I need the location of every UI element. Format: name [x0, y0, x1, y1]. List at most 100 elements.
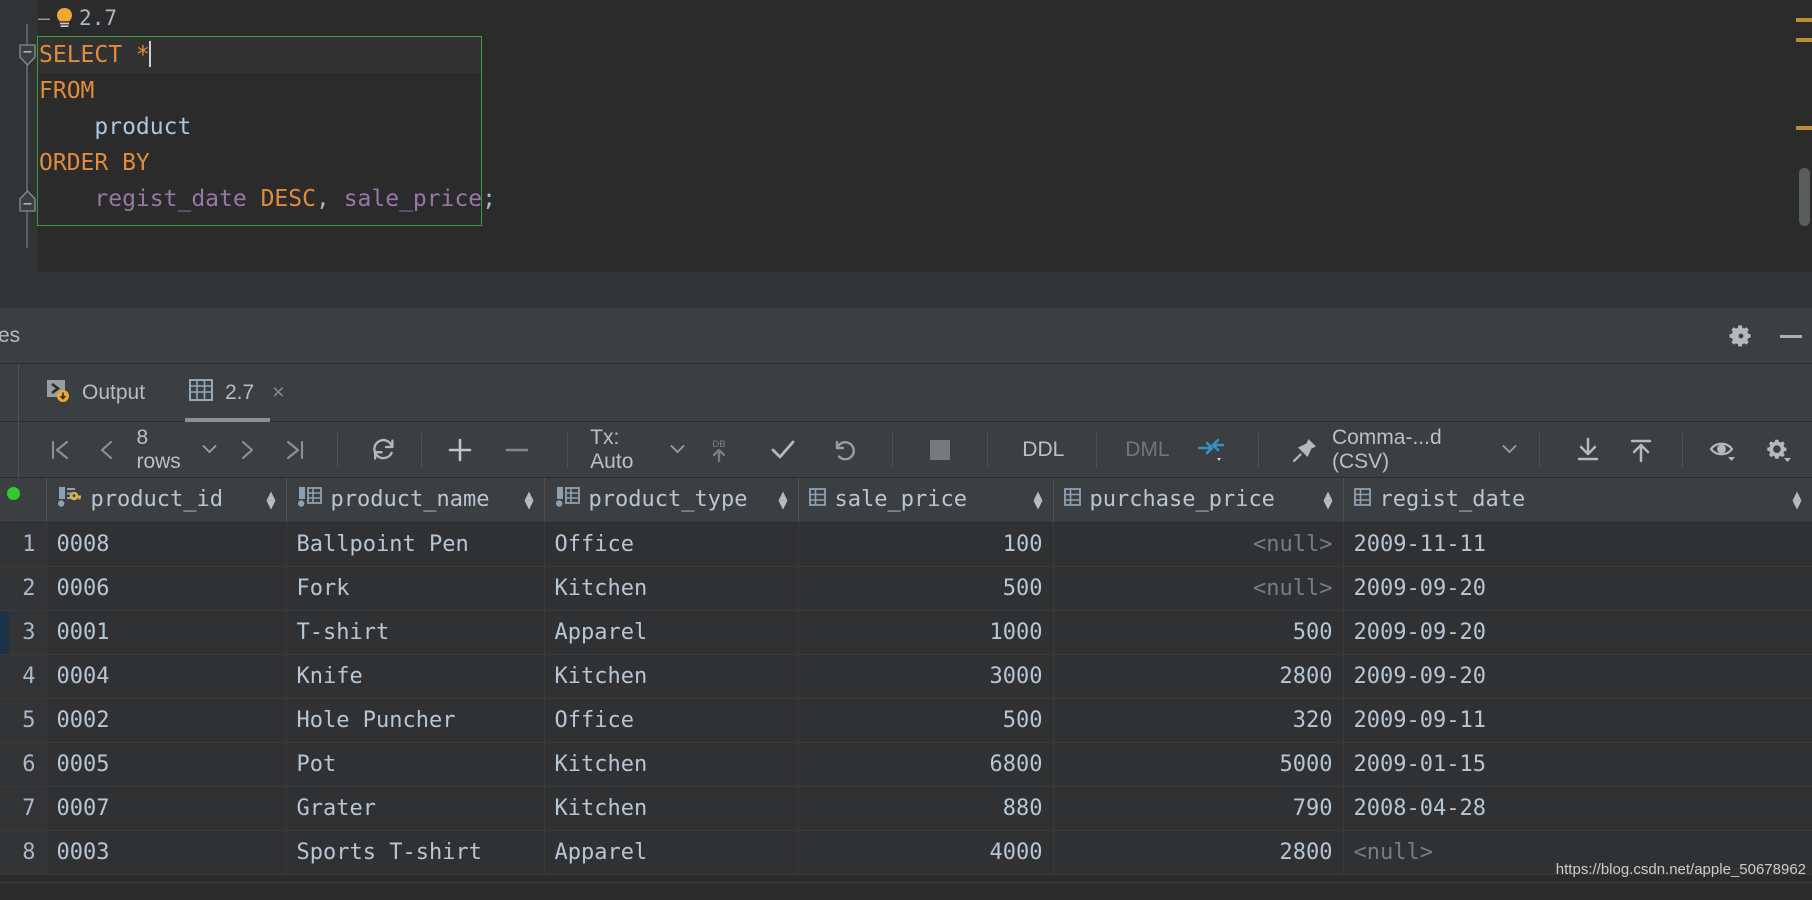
cell-purchase-price[interactable]: 320: [1053, 698, 1344, 743]
intention-hint[interactable]: – 2.7: [38, 2, 117, 34]
table-row[interactable]: 8 0003 Sports T-shirt Apparel 4000 2800 <null>: [0, 830, 1812, 875]
close-icon[interactable]: ×: [272, 381, 284, 405]
cell-product-name[interactable]: Sports T-shirt: [286, 830, 545, 875]
download-icon[interactable]: [1562, 422, 1615, 478]
result-table[interactable]: product_id ▲ ▼ product_name ▲ ▼ product_…: [0, 478, 1812, 875]
cell-regist-date[interactable]: 2008-04-28: [1343, 786, 1812, 831]
cell-product-name[interactable]: Pot: [286, 742, 545, 787]
cell-purchase-price[interactable]: <null>: [1053, 522, 1344, 567]
row-number[interactable]: 5: [0, 698, 47, 743]
table-row[interactable]: 2 0006 Fork Kitchen 500 <null> 2009-09-20: [0, 566, 1812, 611]
cell-purchase-price[interactable]: 2800: [1053, 654, 1344, 699]
column-header-sale-price[interactable]: sale_price ▲ ▼: [798, 478, 1054, 523]
datagrid-toolbar[interactable]: 8 rows Tx: Auto DB DDL DML Comma-...d (C…: [0, 422, 1812, 478]
row-number[interactable]: 8: [0, 830, 47, 875]
export-format-selector[interactable]: Comma-...d (CSV): [1332, 422, 1517, 478]
minus-icon[interactable]: [489, 422, 546, 478]
cell-regist-date[interactable]: 2009-11-11: [1343, 522, 1812, 567]
cell-product-type[interactable]: Apparel: [544, 830, 799, 875]
cell-sale-price[interactable]: 1000: [798, 610, 1054, 655]
tab-output[interactable]: Output: [32, 364, 159, 422]
cell-product-name[interactable]: Hole Puncher: [286, 698, 545, 743]
row-number[interactable]: 7: [0, 786, 47, 831]
cell-product-type[interactable]: Office: [544, 522, 799, 567]
sort-toggle-icon[interactable]: ▲ ▼: [778, 487, 787, 511]
cell-product-type[interactable]: Kitchen: [544, 566, 799, 611]
sort-toggle-icon[interactable]: ▲ ▼: [1323, 487, 1332, 511]
transaction-mode-selector[interactable]: Tx: Auto: [590, 422, 685, 478]
next-page-icon[interactable]: [223, 422, 272, 478]
gear-icon[interactable]: [1752, 422, 1807, 478]
cell-product-id[interactable]: 0007: [46, 786, 287, 831]
editor-scrollbar-thumb[interactable]: [1799, 168, 1810, 226]
sort-toggle-icon[interactable]: ▲ ▼: [1792, 487, 1801, 511]
minimize-icon[interactable]: [1780, 334, 1802, 338]
cell-regist-date[interactable]: 2009-09-11: [1343, 698, 1812, 743]
table-row[interactable]: 5 0002 Hole Puncher Office 500 320 2009-09-11: [0, 698, 1812, 743]
column-header-regist-date[interactable]: regist_date ▲ ▼: [1343, 478, 1812, 523]
dml-button[interactable]: DML: [1113, 422, 1181, 478]
sql-code[interactable]: SELECT * FROM product ORDER BY regist_date…: [38, 37, 496, 217]
lightbulb-icon[interactable]: [55, 7, 74, 29]
sort-toggle-icon[interactable]: ▲ ▼: [266, 487, 275, 511]
cell-regist-date[interactable]: 2009-01-15: [1343, 742, 1812, 787]
stop-icon[interactable]: [911, 422, 970, 478]
prev-page-icon[interactable]: [83, 422, 130, 478]
cell-product-type[interactable]: Apparel: [544, 610, 799, 655]
cell-product-type[interactable]: Kitchen: [544, 742, 799, 787]
table-row[interactable]: 4 0004 Knife Kitchen 3000 2800 2009-09-20: [0, 654, 1812, 699]
first-page-icon[interactable]: [36, 422, 83, 478]
cell-purchase-price[interactable]: <null>: [1053, 566, 1344, 611]
eye-icon[interactable]: [1697, 422, 1752, 478]
cell-sale-price[interactable]: 880: [798, 786, 1054, 831]
cell-product-name[interactable]: Fork: [286, 566, 545, 611]
cell-purchase-price[interactable]: 790: [1053, 786, 1344, 831]
cell-purchase-price[interactable]: 500: [1053, 610, 1344, 655]
cell-sale-price[interactable]: 4000: [798, 830, 1054, 875]
cell-product-id[interactable]: 0001: [46, 610, 287, 655]
row-number[interactable]: 4: [0, 654, 47, 699]
column-header-product-type[interactable]: product_type ▲ ▼: [544, 478, 799, 523]
editor-marker-strip[interactable]: [1796, 0, 1812, 272]
fold-marker-end-icon[interactable]: [19, 190, 36, 212]
sort-toggle-icon[interactable]: ▲ ▼: [1033, 487, 1042, 511]
cell-product-id[interactable]: 0002: [46, 698, 287, 743]
code-line-2[interactable]: FROM: [39, 73, 496, 109]
results-tabbar[interactable]: Output 2.7 ×: [0, 364, 1812, 422]
revert-icon[interactable]: [813, 422, 874, 478]
cell-product-name[interactable]: Knife: [286, 654, 545, 699]
cell-sale-price[interactable]: 100: [798, 522, 1054, 567]
code-line-5[interactable]: regist_date DESC, sale_price;: [39, 181, 496, 217]
row-number[interactable]: 6: [0, 742, 47, 787]
cell-regist-date[interactable]: 2009-09-20: [1343, 566, 1812, 611]
code-line-1[interactable]: SELECT *: [38, 37, 481, 73]
checkmark-icon[interactable]: [753, 422, 814, 478]
db-submit-icon[interactable]: DB: [685, 422, 753, 478]
table-row[interactable]: 3 0001 T-shirt Apparel 1000 500 2009-09-20: [0, 610, 1812, 655]
cell-purchase-price[interactable]: 5000: [1053, 742, 1344, 787]
table-row[interactable]: 7 0007 Grater Kitchen 880 790 2008-04-28: [0, 786, 1812, 831]
cell-product-id[interactable]: 0003: [46, 830, 287, 875]
pin-icon[interactable]: [1277, 422, 1332, 478]
cell-product-type[interactable]: Kitchen: [544, 654, 799, 699]
cell-product-id[interactable]: 0006: [46, 566, 287, 611]
sort-toggle-icon[interactable]: ▲ ▼: [524, 487, 533, 511]
refresh-icon[interactable]: [356, 422, 411, 478]
cell-product-type[interactable]: Kitchen: [544, 786, 799, 831]
table-row[interactable]: 6 0005 Pot Kitchen 6800 5000 2009-01-15: [0, 742, 1812, 787]
row-count-selector[interactable]: 8 rows: [130, 422, 222, 478]
cell-sale-price[interactable]: 3000: [798, 654, 1054, 699]
row-number[interactable]: 1: [0, 522, 47, 567]
plus-icon[interactable]: [432, 422, 489, 478]
row-number[interactable]: 3: [0, 610, 47, 655]
upload-icon[interactable]: [1615, 422, 1668, 478]
row-number[interactable]: 2: [0, 566, 47, 611]
cell-product-name[interactable]: Grater: [286, 786, 545, 831]
code-line-4[interactable]: ORDER BY: [39, 145, 496, 181]
fold-marker-start-icon[interactable]: [19, 44, 36, 66]
cell-product-id[interactable]: 0005: [46, 742, 287, 787]
cell-sale-price[interactable]: 500: [798, 566, 1054, 611]
ddl-button[interactable]: DDL: [1006, 422, 1080, 478]
cell-product-id[interactable]: 0004: [46, 654, 287, 699]
sql-editor[interactable]: – 2.7 SELECT * FROM product ORDER BY regis…: [0, 0, 1812, 272]
